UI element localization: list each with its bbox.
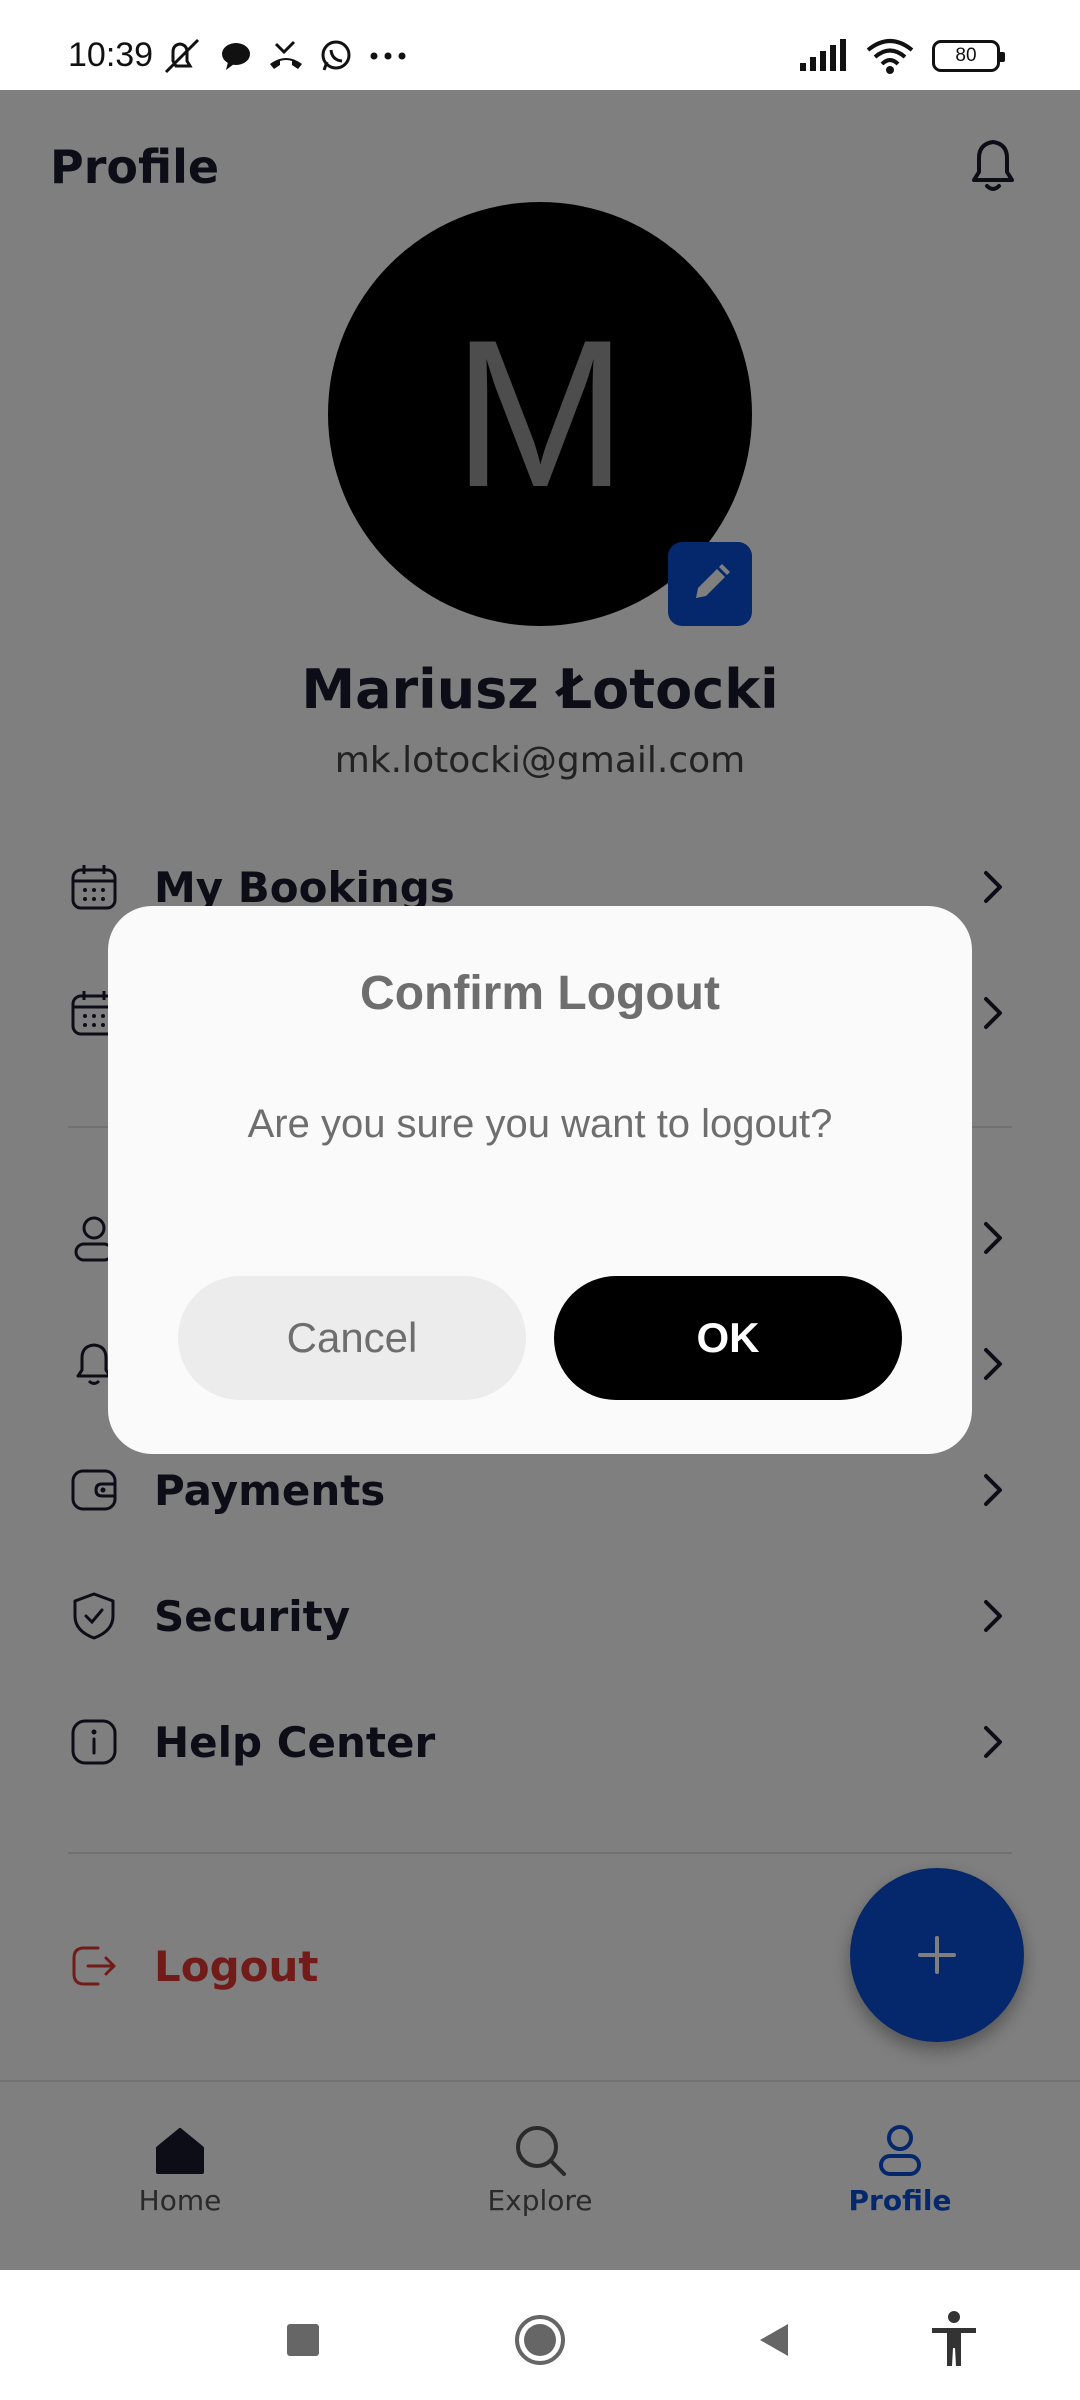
circle-home-icon xyxy=(515,2315,565,2365)
home-button[interactable] xyxy=(510,2310,570,2370)
status-system-icons: 80 xyxy=(798,38,1005,74)
battery-level: 80 xyxy=(955,45,977,66)
recent-apps-button[interactable] xyxy=(273,2310,333,2370)
whatsapp-icon xyxy=(321,40,351,71)
battery-icon: 80 xyxy=(932,40,1005,72)
status-time: 10:39 xyxy=(68,36,154,74)
back-triangle-icon xyxy=(760,2324,788,2356)
square-icon xyxy=(287,2324,319,2356)
dialog-title: Confirm Logout xyxy=(360,967,720,1020)
back-button[interactable] xyxy=(744,2310,804,2370)
missed-call-icon xyxy=(270,40,302,69)
accessibility-icon xyxy=(932,2311,976,2366)
system-navigation-bar xyxy=(0,2270,1080,2400)
confirm-logout-dialog: Confirm Logout Are you sure you want to … xyxy=(108,906,972,1454)
ok-button[interactable]: OK xyxy=(554,1276,902,1400)
mute-icon xyxy=(164,38,200,74)
accessibility-button[interactable] xyxy=(924,2310,984,2370)
status-bar: 10:39 80 xyxy=(0,0,1080,90)
more-dots-icon xyxy=(370,52,406,60)
status-notification-icons xyxy=(160,36,410,76)
dialog-message: Are you sure you want to logout? xyxy=(247,1102,833,1146)
signal-icon xyxy=(800,39,846,71)
wifi-icon xyxy=(866,39,914,74)
chat-bubble-icon xyxy=(222,43,250,70)
cancel-button[interactable]: Cancel xyxy=(178,1276,526,1400)
